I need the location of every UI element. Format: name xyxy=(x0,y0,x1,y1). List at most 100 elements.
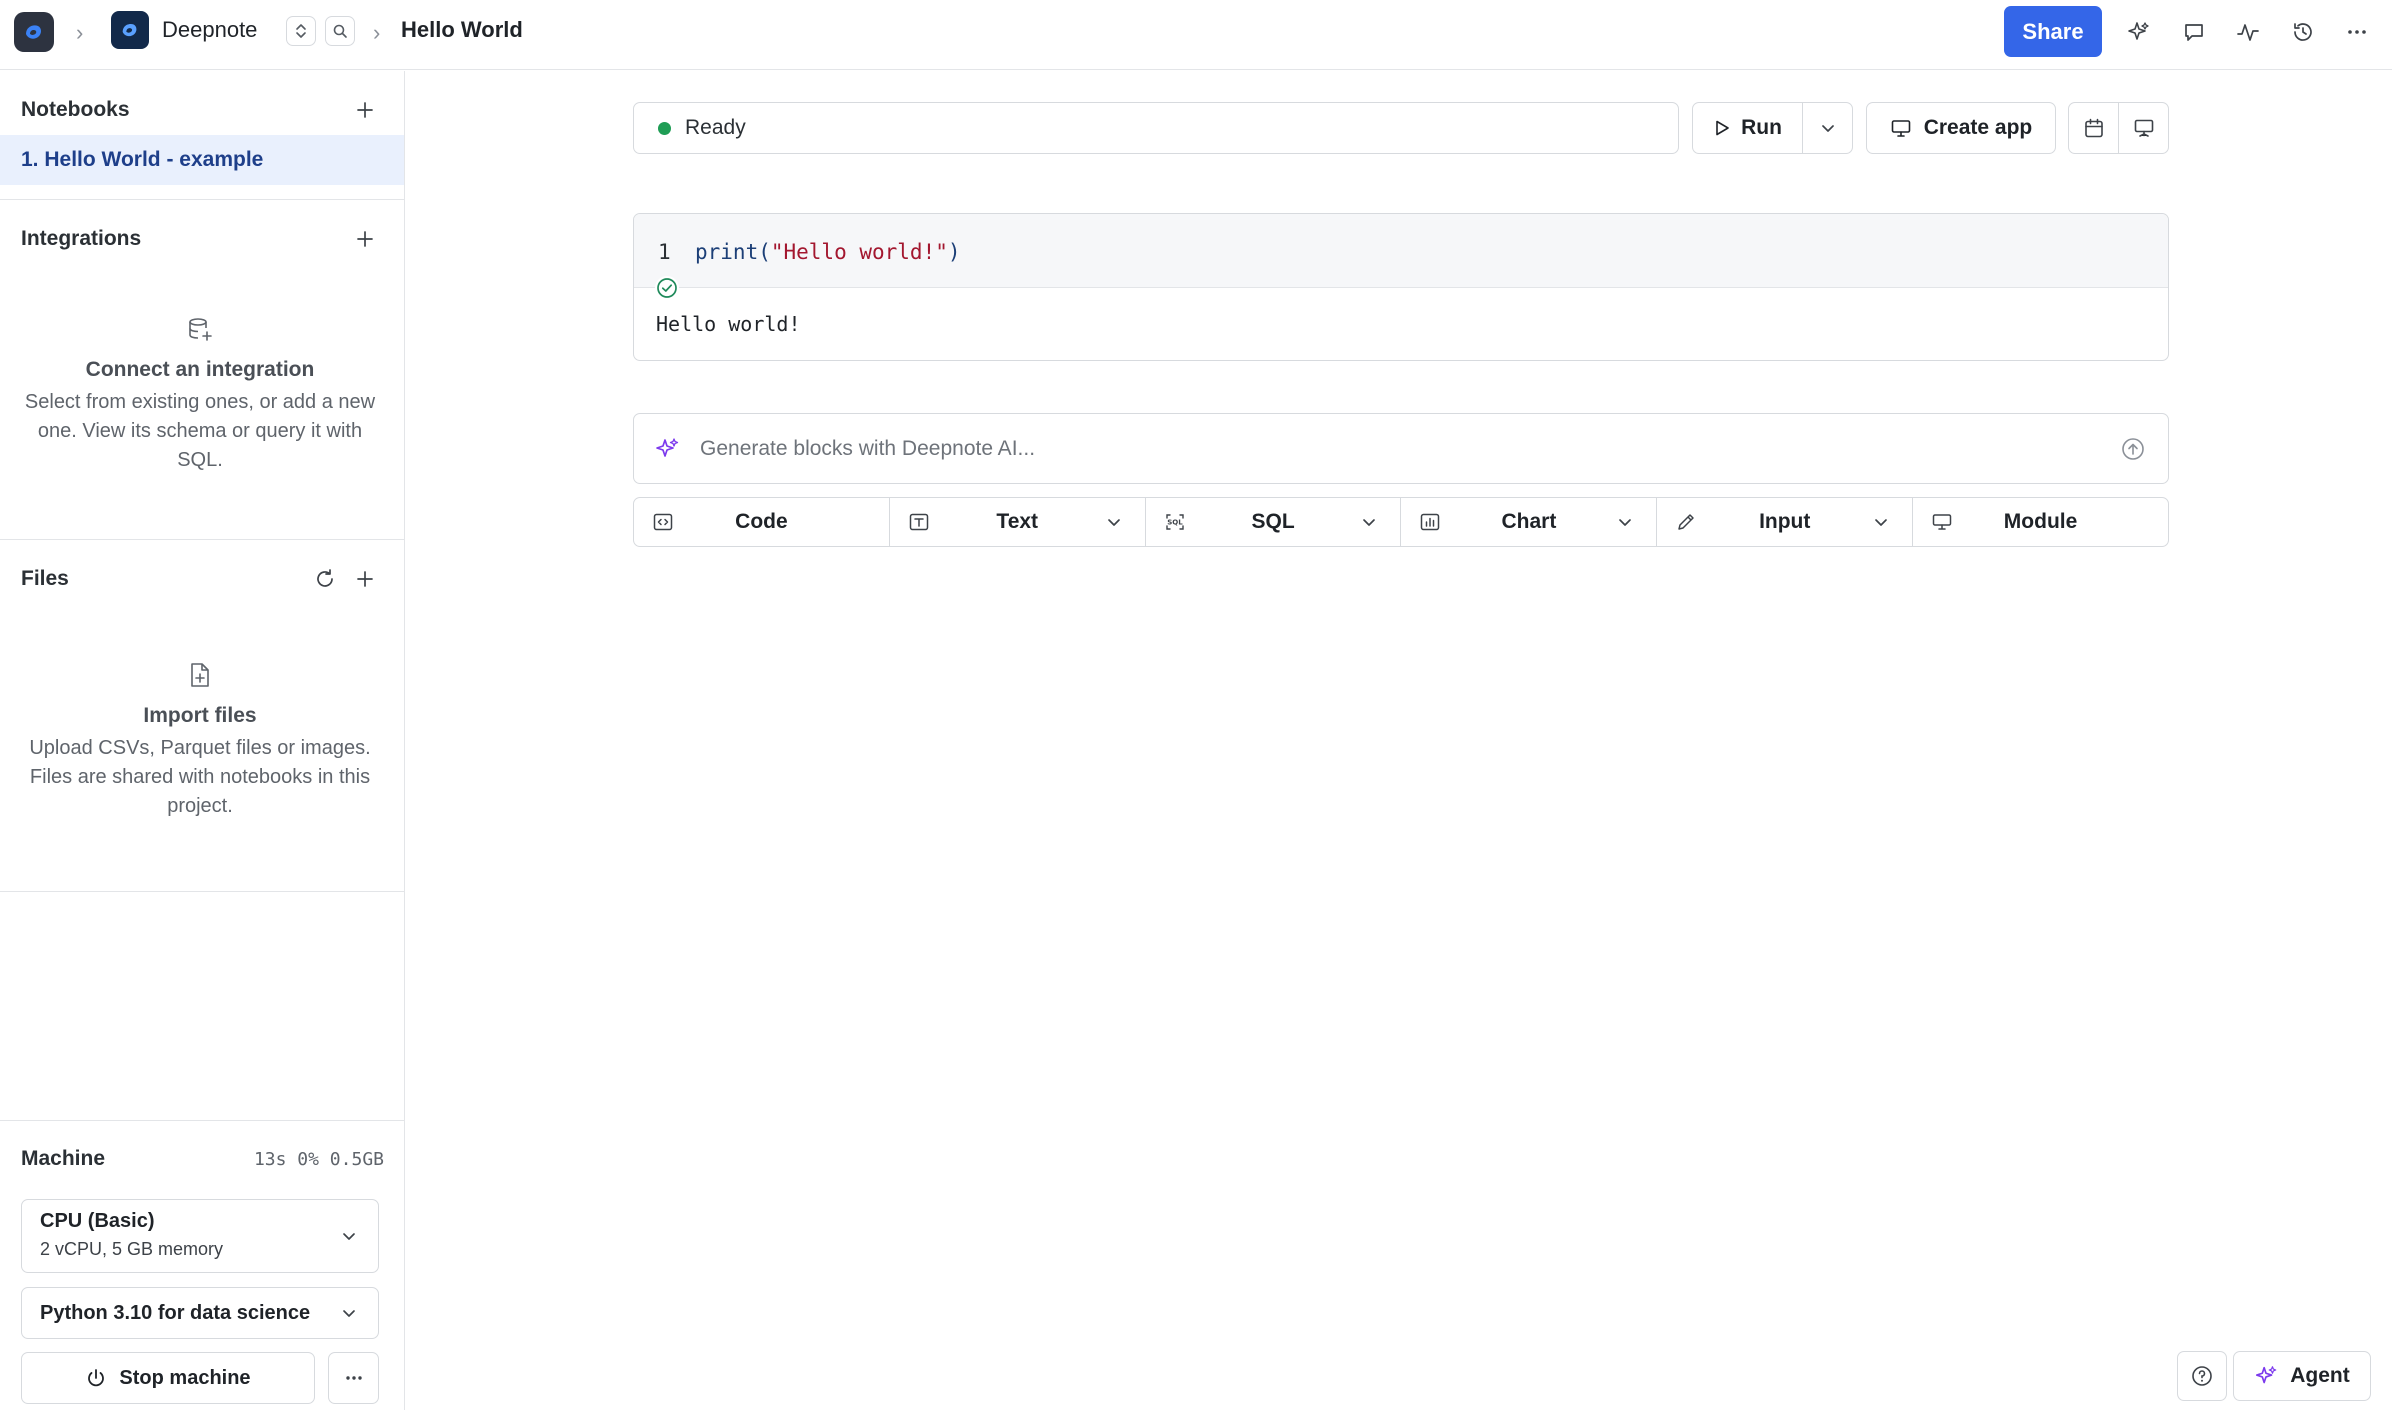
breadcrumb-chevron-icon: › xyxy=(76,20,84,45)
schedule-button[interactable] xyxy=(2069,103,2119,153)
code-cell[interactable]: 1 print("Hello world!") Hello world! xyxy=(633,213,2169,361)
stop-machine-button[interactable]: Stop machine xyxy=(21,1352,315,1404)
database-plus-icon xyxy=(185,314,215,344)
code-string-token: "Hello world!" xyxy=(770,240,948,264)
sql-icon: SQL xyxy=(1165,514,1184,530)
share-button[interactable]: Share xyxy=(2004,6,2102,57)
add-integration-button[interactable] xyxy=(350,224,380,254)
workspace-name[interactable]: Deepnote xyxy=(162,17,257,43)
history-icon xyxy=(2294,23,2312,41)
chevron-down-icon xyxy=(343,1233,355,1240)
comment-icon xyxy=(2185,24,2203,41)
ai-sparkle-button[interactable] xyxy=(2121,14,2157,50)
files-empty-description: Upload CSVs, Parquet files or images. Fi… xyxy=(29,737,371,817)
refresh-icon xyxy=(317,569,333,587)
chevron-down-icon xyxy=(1875,519,1887,526)
machine-stats: 13s 0% 0.5GB xyxy=(253,1149,384,1170)
divider xyxy=(0,539,404,540)
code-token: ) xyxy=(947,240,961,264)
help-button[interactable] xyxy=(2177,1351,2227,1401)
run-label: Run xyxy=(1741,116,1782,139)
ai-input-placeholder: Generate blocks with Deepnote AI... xyxy=(700,436,1036,460)
code-block-label: Code xyxy=(735,510,788,533)
notebooks-section-title: Notebooks xyxy=(21,98,130,121)
calendar-icon xyxy=(2084,118,2103,138)
text-icon xyxy=(909,513,929,531)
help-circle-icon xyxy=(2192,1366,2212,1386)
add-block-toolbar: Code Text SQL SQL Chart Input Module xyxy=(633,497,2169,547)
machine-type-select[interactable]: CPU (Basic) 2 vCPU, 5 GB memory xyxy=(21,1199,379,1273)
workspace-logo[interactable] xyxy=(111,11,149,49)
page-title[interactable]: Hello World xyxy=(401,17,523,43)
more-horizontal-icon xyxy=(345,1376,362,1380)
ai-generate-input[interactable]: Generate blocks with Deepnote AI... xyxy=(633,413,2169,484)
plus-icon xyxy=(357,231,373,247)
refresh-files-button[interactable] xyxy=(310,564,340,594)
bar-chart-icon xyxy=(1421,513,1440,531)
machine-type-name: CPU (Basic) xyxy=(40,1210,155,1232)
svg-text:SQL: SQL xyxy=(1167,519,1183,527)
code-icon xyxy=(653,513,673,531)
machine-more-button[interactable] xyxy=(328,1352,379,1404)
divider xyxy=(0,199,404,200)
kernel-status-bar: Ready xyxy=(633,102,1679,154)
plus-icon xyxy=(357,102,373,118)
kernel-status-text: Ready xyxy=(685,116,746,139)
environment-select[interactable]: Python 3.10 for data science xyxy=(21,1287,379,1339)
plus-icon xyxy=(357,571,373,587)
notebook-item-hello-world[interactable]: 1. Hello World - example xyxy=(0,135,404,185)
chevron-down-icon xyxy=(1821,125,1834,132)
run-options-dropdown[interactable] xyxy=(1803,103,1852,153)
add-chart-block-button[interactable]: Chart xyxy=(1401,498,1658,546)
activity-icon xyxy=(2237,24,2259,41)
text-block-label: Text xyxy=(996,510,1039,533)
chevron-down-icon xyxy=(1363,519,1376,526)
agent-label: Agent xyxy=(2290,1364,2350,1387)
line-number: 1 xyxy=(658,240,671,264)
module-icon xyxy=(1932,514,1952,530)
pencil-icon xyxy=(1678,514,1695,530)
module-block-label: Module xyxy=(2003,510,2078,533)
files-empty-title[interactable]: Import files xyxy=(20,704,380,728)
integrations-empty-title[interactable]: Connect an integration xyxy=(20,358,380,382)
add-sql-block-button[interactable]: SQL SQL xyxy=(1146,498,1402,546)
add-module-block-button[interactable]: Module xyxy=(1913,498,2168,546)
switch-workspace-button[interactable] xyxy=(286,16,316,46)
presentation-icon xyxy=(2134,119,2153,137)
add-code-block-button[interactable]: Code xyxy=(634,498,890,546)
code-token: print( xyxy=(695,240,771,264)
code-line[interactable]: print("Hello world!") xyxy=(695,240,961,264)
top-bar: › Deepnote › Hello World Share xyxy=(0,0,2392,70)
breadcrumb-chevron-icon: › xyxy=(373,20,381,45)
cell-output: Hello world! xyxy=(656,312,801,336)
environment-name: Python 3.10 for data science xyxy=(40,1301,311,1324)
schedule-present-group xyxy=(2068,102,2169,154)
run-button[interactable]: Run xyxy=(1693,103,1803,153)
create-app-button[interactable]: Create app xyxy=(1866,102,2056,154)
comments-button[interactable] xyxy=(2176,14,2212,50)
history-button[interactable] xyxy=(2285,14,2321,50)
arrow-up-circle-icon xyxy=(2122,438,2144,460)
activity-button[interactable] xyxy=(2230,14,2266,50)
code-editor[interactable]: 1 print("Hello world!") xyxy=(634,214,2168,288)
presentation-button[interactable] xyxy=(2119,103,2168,153)
app-logo[interactable] xyxy=(14,12,54,52)
file-plus-icon xyxy=(185,660,215,690)
agent-button[interactable]: Agent xyxy=(2233,1351,2371,1401)
add-input-block-button[interactable]: Input xyxy=(1657,498,1914,546)
search-button[interactable] xyxy=(325,16,355,46)
machine-type-spec: 2 vCPU, 5 GB memory xyxy=(40,1239,224,1259)
add-notebook-button[interactable] xyxy=(350,95,380,125)
chart-block-label: Chart xyxy=(1501,510,1557,533)
sql-block-label: SQL xyxy=(1251,510,1295,533)
add-file-button[interactable] xyxy=(350,564,380,594)
machine-section-title: Machine xyxy=(21,1147,106,1170)
ai-submit-button[interactable] xyxy=(2120,436,2146,462)
files-empty-state: Import files Upload CSVs, Parquet files … xyxy=(20,660,380,821)
chevron-down-icon xyxy=(1619,519,1632,526)
add-text-block-button[interactable]: Text xyxy=(890,498,1146,546)
create-app-label: Create app xyxy=(1923,116,2033,139)
monitor-icon xyxy=(1891,120,1911,137)
more-options-button[interactable] xyxy=(2339,14,2375,50)
workspace-logo-icon xyxy=(122,23,137,37)
